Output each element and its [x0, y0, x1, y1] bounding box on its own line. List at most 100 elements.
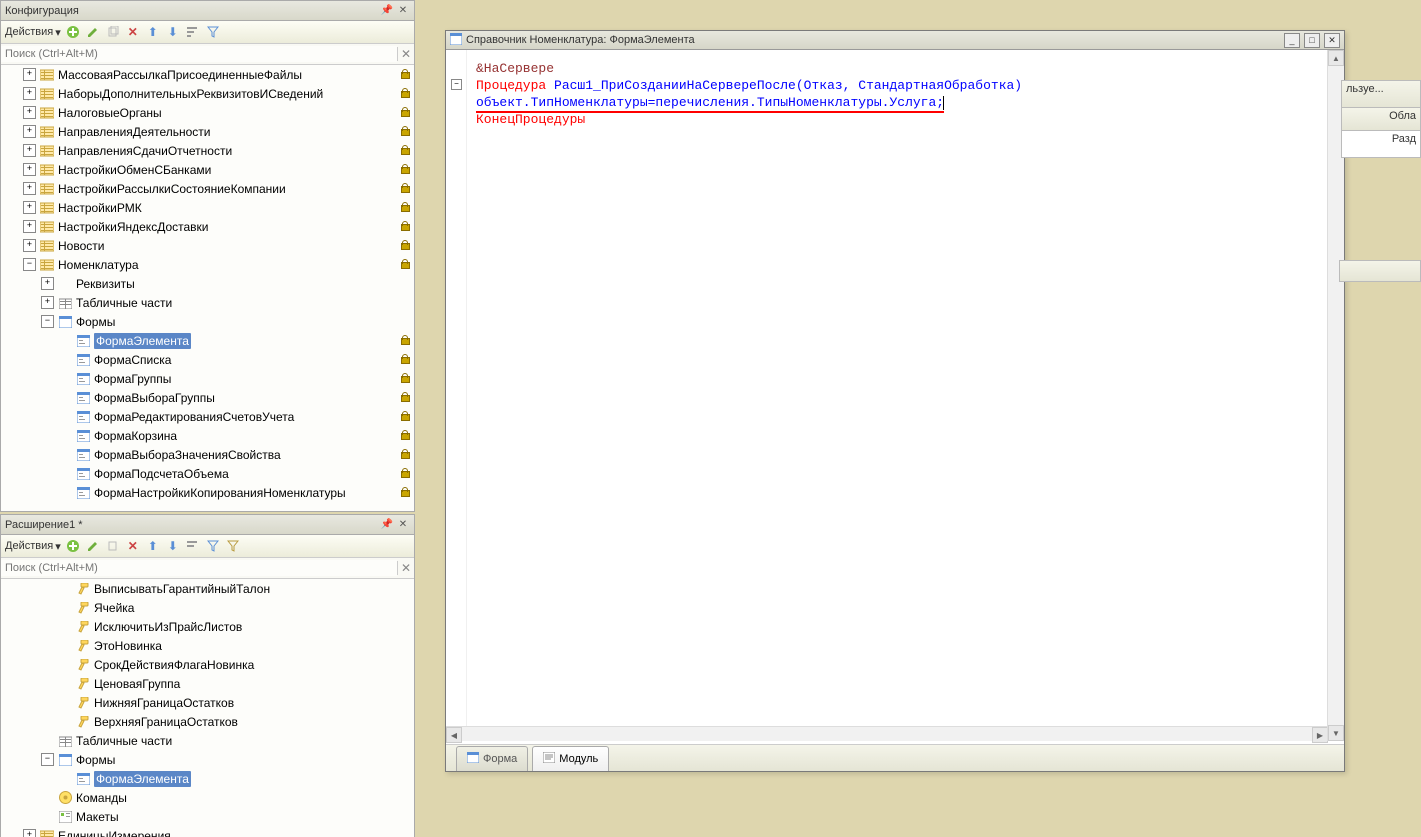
- tree-item[interactable]: −Формы: [1, 312, 414, 331]
- tree-label: СрокДействияФлагаНовинка: [94, 658, 254, 672]
- edit-icon[interactable]: [85, 538, 101, 554]
- tree-item[interactable]: +Реквизиты: [1, 274, 414, 293]
- close-button[interactable]: ✕: [1324, 33, 1340, 48]
- tree-item[interactable]: Макеты: [1, 807, 414, 826]
- tree-item[interactable]: ЦеноваяГруппа: [1, 674, 414, 693]
- minimize-button[interactable]: _: [1284, 33, 1300, 48]
- up-icon[interactable]: ⬆: [145, 24, 161, 40]
- lock-icon: [396, 448, 410, 462]
- tree-item[interactable]: +НаборыДополнительныхРеквизитовИСведений: [1, 84, 414, 103]
- search-input[interactable]: [1, 46, 397, 62]
- expand-icon[interactable]: −: [41, 315, 54, 328]
- tree-item[interactable]: − Номенклатура: [1, 255, 414, 274]
- actions-menu[interactable]: Действия ▾: [5, 26, 61, 39]
- filter-icon[interactable]: [205, 538, 221, 554]
- expand-icon[interactable]: +: [23, 163, 36, 176]
- tree-item[interactable]: +ЕдиницыИзмерения: [1, 826, 414, 837]
- tree-item[interactable]: +НаправленияДеятельности: [1, 122, 414, 141]
- ext-tree[interactable]: ВыписыватьГарантийныйТалонЯчейка Исключит…: [1, 579, 414, 837]
- expand-icon[interactable]: +: [23, 829, 36, 837]
- clear-search-icon[interactable]: ✕: [397, 561, 414, 575]
- filter2-icon[interactable]: [225, 538, 241, 554]
- tab-form[interactable]: Форма: [456, 746, 528, 771]
- expand-icon[interactable]: +: [41, 296, 54, 309]
- copy-icon[interactable]: [105, 24, 121, 40]
- fold-icon[interactable]: −: [451, 79, 462, 90]
- config-tree[interactable]: +МассоваяРассылкаПрисоединенныеФайлы+Наб…: [1, 65, 414, 511]
- form-icon: [75, 447, 91, 463]
- tree-item[interactable]: +МассоваяРассылкаПрисоединенныеФайлы: [1, 65, 414, 84]
- pin-icon[interactable]: 📌: [380, 4, 394, 18]
- expand-icon[interactable]: +: [23, 144, 36, 157]
- prop-value[interactable]: Разд: [1341, 130, 1421, 158]
- delete-icon[interactable]: ✕: [125, 24, 141, 40]
- pin-icon[interactable]: 📌: [380, 518, 394, 532]
- clear-search-icon[interactable]: ✕: [397, 47, 414, 61]
- tab-module[interactable]: Модуль: [532, 746, 609, 771]
- tree-item[interactable]: ВерхняяГраницаОстатков: [1, 712, 414, 731]
- close-icon[interactable]: ✕: [396, 4, 410, 18]
- tree-item[interactable]: +НастройкиЯндексДоставки: [1, 217, 414, 236]
- tree-label: НастройкиРассылкиСостояниеКомпании: [58, 182, 286, 196]
- tree-item[interactable]: ФормаГруппы: [1, 369, 414, 388]
- tree-item[interactable]: ИсключитьИзПрайсЛистов: [1, 617, 414, 636]
- maximize-button[interactable]: □: [1304, 33, 1320, 48]
- tree-item[interactable]: НижняяГраницаОстатков: [1, 693, 414, 712]
- expand-icon[interactable]: +: [23, 125, 36, 138]
- tree-item[interactable]: +НастройкиРМК: [1, 198, 414, 217]
- expand-icon[interactable]: −: [23, 258, 36, 271]
- tree-item[interactable]: +НалоговыеОрганы: [1, 103, 414, 122]
- tree-item[interactable]: +Новости: [1, 236, 414, 255]
- expand-icon[interactable]: +: [23, 201, 36, 214]
- tree-item[interactable]: −Формы: [1, 750, 414, 769]
- tree-item[interactable]: ФормаЭлемента: [1, 769, 414, 788]
- tree-label: Номенклатура: [58, 258, 139, 272]
- expand-icon[interactable]: +: [23, 239, 36, 252]
- tree-item[interactable]: Команды: [1, 788, 414, 807]
- tree-item[interactable]: +НаправленияСдачиОтчетности: [1, 141, 414, 160]
- filter-icon[interactable]: [205, 24, 221, 40]
- tree-item[interactable]: + НастройкиРассылкиСостояниеКомпании: [1, 179, 414, 198]
- delete-icon[interactable]: ✕: [125, 538, 141, 554]
- actions-menu[interactable]: Действия ▾: [5, 540, 61, 553]
- tree-item[interactable]: ФормаСписка: [1, 350, 414, 369]
- expand-icon[interactable]: +: [41, 277, 54, 290]
- h-scrollbar[interactable]: ◀▶: [446, 726, 1328, 741]
- tree-item[interactable]: +НастройкиОбменСБанками: [1, 160, 414, 179]
- down-icon[interactable]: ⬇: [165, 538, 181, 554]
- tree-item[interactable]: ФормаРедактированияСчетовУчета: [1, 407, 414, 426]
- tree-item[interactable]: ВыписыватьГарантийныйТалон: [1, 579, 414, 598]
- search-input[interactable]: [1, 560, 397, 576]
- lock-icon: [396, 68, 410, 82]
- close-icon[interactable]: ✕: [396, 518, 410, 532]
- code-text[interactable]: &НаСервере Процедура Расш1_ПриСозданииНа…: [446, 50, 1344, 132]
- edit-icon[interactable]: [85, 24, 101, 40]
- expand-icon[interactable]: +: [23, 182, 36, 195]
- add-button[interactable]: [65, 24, 81, 40]
- sort-icon[interactable]: [185, 24, 201, 40]
- tree-item[interactable]: ФормаЭлемента: [1, 331, 414, 350]
- tree-label: ИсключитьИзПрайсЛистов: [94, 620, 242, 634]
- tree-item[interactable]: +Табличные части: [1, 293, 414, 312]
- editor-title-bar[interactable]: Справочник Номенклатура: ФормаЭлемента _…: [446, 31, 1344, 50]
- expand-icon[interactable]: +: [23, 87, 36, 100]
- expand-icon[interactable]: −: [41, 753, 54, 766]
- tree-item[interactable]: ФормаВыбораГруппы: [1, 388, 414, 407]
- tree-item[interactable]: ФормаНастройкиКопированияНоменклатуры: [1, 483, 414, 502]
- copy-icon[interactable]: [105, 538, 121, 554]
- down-icon[interactable]: ⬇: [165, 24, 181, 40]
- tree-item[interactable]: Ячейка: [1, 598, 414, 617]
- up-icon[interactable]: ⬆: [145, 538, 161, 554]
- tree-item[interactable]: СрокДействияФлагаНовинка: [1, 655, 414, 674]
- expand-icon[interactable]: +: [23, 106, 36, 119]
- tree-item[interactable]: ФормаПодсчетаОбъема: [1, 464, 414, 483]
- tree-item[interactable]: ЭтоНовинка: [1, 636, 414, 655]
- tree-item[interactable]: Табличные части: [1, 731, 414, 750]
- expand-icon[interactable]: +: [23, 68, 36, 81]
- tree-item[interactable]: ФормаКорзина: [1, 426, 414, 445]
- expand-icon[interactable]: +: [23, 220, 36, 233]
- sort-icon[interactable]: [185, 538, 201, 554]
- add-button[interactable]: [65, 538, 81, 554]
- tree-item[interactable]: ФормаВыбораЗначенияСвойства: [1, 445, 414, 464]
- code-editor[interactable]: − &НаСервере Процедура Расш1_ПриСоздании…: [446, 50, 1344, 741]
